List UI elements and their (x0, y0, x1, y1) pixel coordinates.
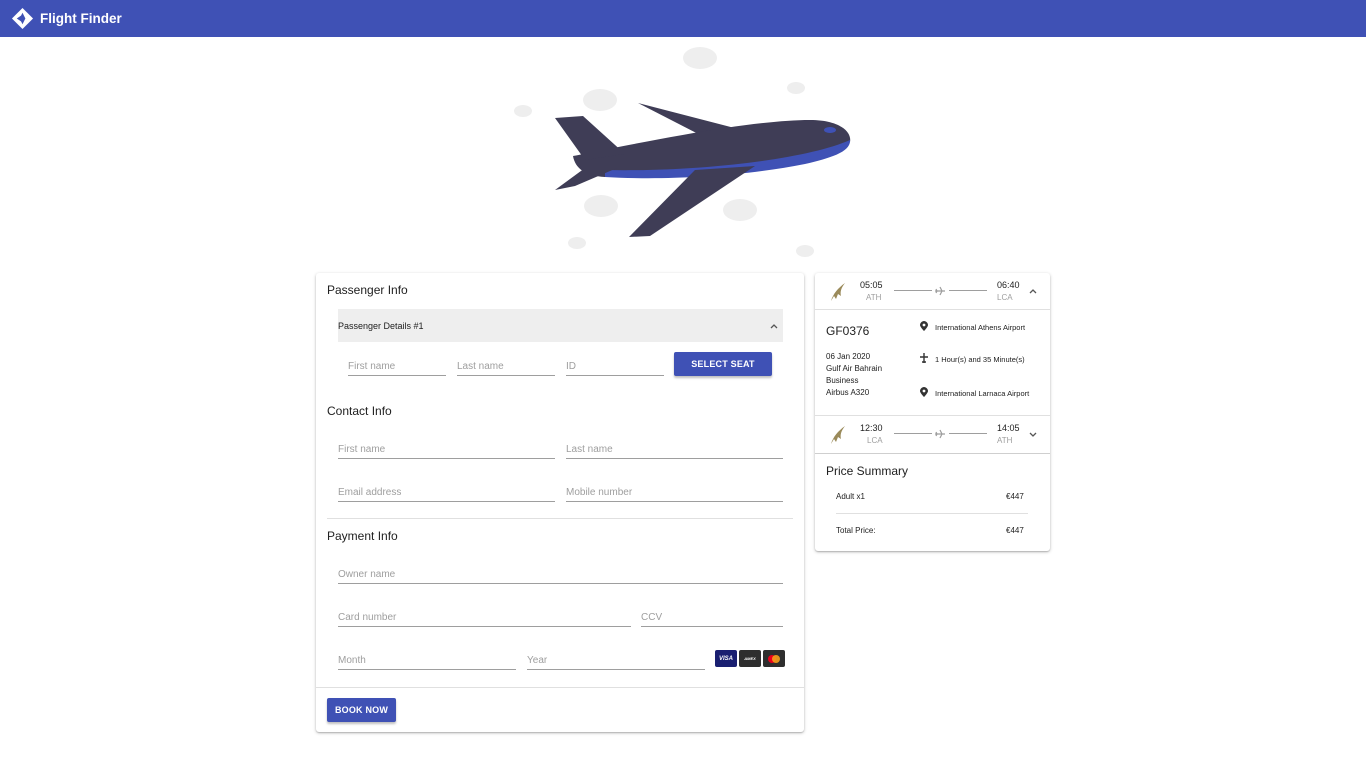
route-line (894, 290, 932, 291)
outbound-depart-code: ATH (866, 293, 882, 302)
ccv-field[interactable] (641, 607, 783, 627)
year-input[interactable] (527, 653, 705, 666)
divider (815, 309, 1050, 310)
flight-summary-card: 05:05 ATH 06:40 LCA GF0376 06 Jan 2020 G… (815, 273, 1050, 551)
outbound-arrive-time: 06:40 (997, 280, 1020, 290)
route-line (949, 433, 987, 434)
contact-first-name-input[interactable] (338, 442, 555, 455)
flight-date: 06 Jan 2020 (826, 352, 871, 361)
price-summary-title: Price Summary (826, 464, 909, 478)
passenger-details-panel-header[interactable]: Passenger Details #1 (338, 309, 783, 342)
adult-price-label: Adult x1 (836, 492, 865, 501)
amex-icon: AMEX (739, 650, 761, 667)
owner-name-input[interactable] (338, 567, 783, 580)
airline-name: Gulf Air Bahrain (826, 364, 883, 373)
mastercard-icon (763, 650, 785, 667)
app-toolbar: Flight Finder (0, 0, 1366, 37)
return-arrive-time: 14:05 (997, 423, 1020, 433)
total-price-value: €447 (1006, 526, 1024, 535)
return-arrive-code: ATH (997, 436, 1013, 445)
flight-duration-icon (920, 353, 928, 363)
origin-airport: International Athens Airport (935, 323, 1026, 332)
airplane-illustration (514, 47, 851, 257)
return-depart-code: LCA (867, 436, 883, 445)
passenger-info-title: Passenger Info (327, 283, 408, 297)
email-field[interactable] (338, 482, 555, 502)
chevron-down-icon[interactable] (1028, 429, 1038, 439)
payment-info-title: Payment Info (327, 529, 398, 543)
airplane-icon (935, 286, 945, 296)
divider (815, 415, 1050, 416)
route-line (949, 290, 987, 291)
airplane-icon (935, 429, 945, 439)
card-number-field[interactable] (338, 607, 631, 627)
passenger-last-name-field[interactable] (457, 356, 555, 376)
airline-logo-icon (831, 283, 845, 301)
select-seat-button[interactable]: SELECT SEAT (674, 352, 772, 376)
card-number-input[interactable] (338, 610, 631, 623)
adult-price-value: €447 (1006, 492, 1024, 501)
outbound-arrive-code: LCA (997, 293, 1013, 302)
mobile-input[interactable] (566, 485, 783, 498)
destination-airport: International Larnaca Airport (935, 389, 1030, 398)
email-input[interactable] (338, 485, 555, 498)
contact-last-name-field[interactable] (566, 439, 783, 459)
divider (836, 513, 1028, 514)
outbound-depart-time: 05:05 (860, 280, 883, 290)
passenger-first-name-input[interactable] (348, 359, 446, 372)
return-depart-time: 12:30 (860, 423, 883, 433)
airline-logo-icon (831, 426, 845, 444)
flight-duration: 1 Hour(s) and 35 Minute(s) (935, 355, 1025, 364)
cabin-class: Business (826, 376, 859, 385)
divider (815, 453, 1050, 454)
accepted-cards: VISA AMEX (715, 650, 785, 667)
chevron-up-icon[interactable] (769, 321, 779, 331)
chevron-up-icon[interactable] (1028, 286, 1038, 296)
app-title[interactable]: Flight Finder (40, 11, 122, 26)
contact-last-name-input[interactable] (566, 442, 783, 455)
month-field[interactable] (338, 650, 516, 670)
passenger-details-label: Passenger Details #1 (338, 320, 424, 331)
ccv-input[interactable] (641, 610, 783, 623)
actions-divider (316, 687, 804, 688)
year-field[interactable] (527, 650, 705, 670)
location-pin-icon (920, 321, 928, 331)
passenger-last-name-input[interactable] (457, 359, 555, 372)
owner-name-field[interactable] (338, 564, 783, 584)
total-price-label: Total Price: (836, 526, 876, 535)
book-now-button[interactable]: BOOK NOW (327, 698, 396, 722)
contact-first-name-field[interactable] (338, 439, 555, 459)
booking-form-card: Passenger Info Passenger Details #1 SELE… (316, 273, 804, 732)
section-divider (327, 518, 793, 519)
month-input[interactable] (338, 653, 516, 666)
visa-icon: VISA (715, 650, 737, 667)
route-line (894, 433, 932, 434)
passenger-id-field[interactable] (566, 356, 664, 376)
mobile-field[interactable] (566, 482, 783, 502)
passenger-id-input[interactable] (566, 359, 664, 372)
aircraft-type: Airbus A320 (826, 388, 870, 397)
location-pin-icon (920, 387, 928, 397)
contact-info-title: Contact Info (327, 404, 392, 418)
passenger-first-name-field[interactable] (348, 356, 446, 376)
flight-finder-logo-icon[interactable] (11, 7, 34, 30)
flight-number: GF0376 (826, 324, 870, 338)
